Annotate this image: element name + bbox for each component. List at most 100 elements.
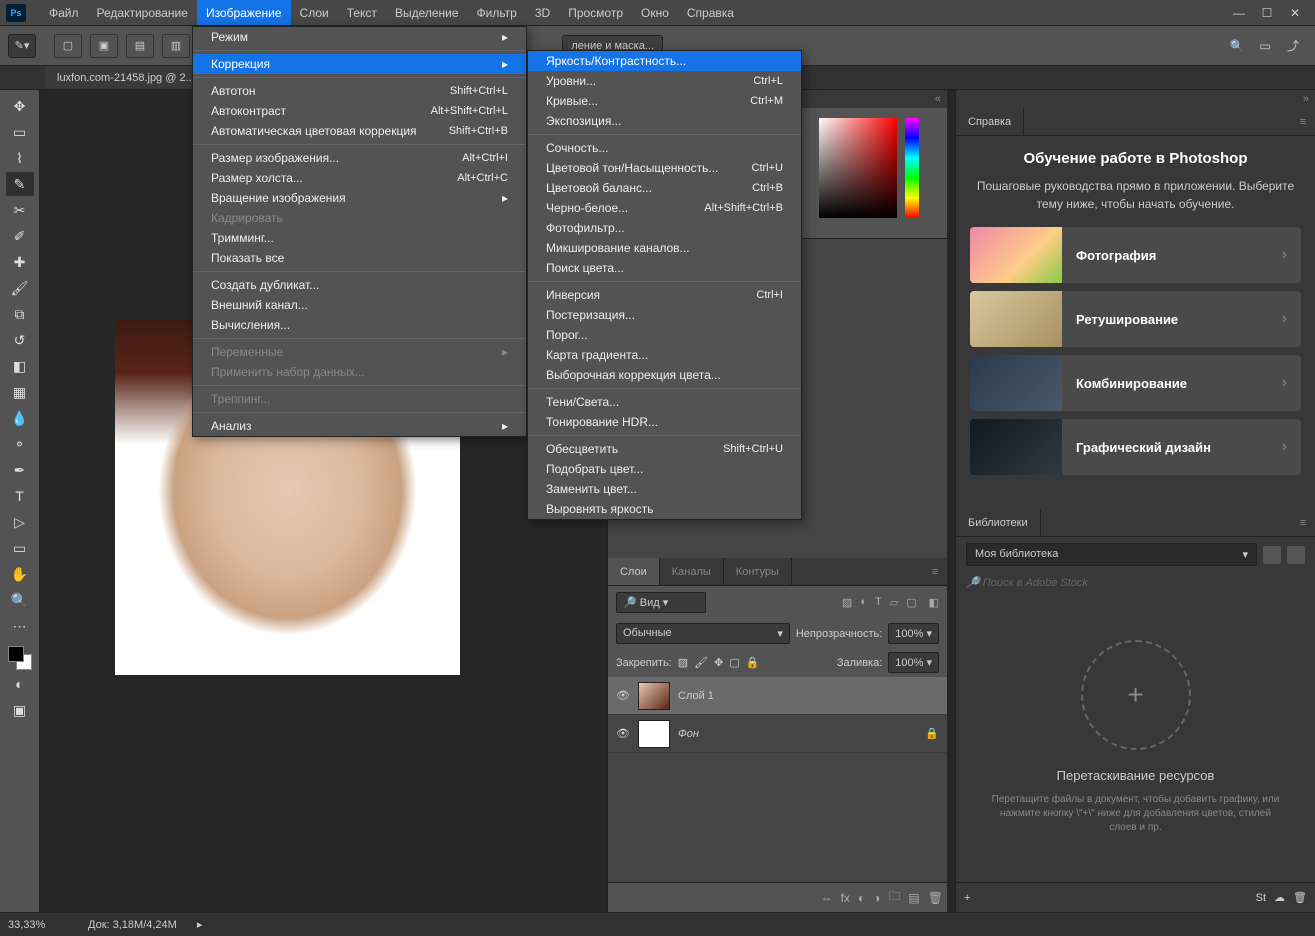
layer-name[interactable]: Фон [678, 728, 699, 740]
layer-item[interactable]: 👁 Фон 🔒 [608, 715, 947, 753]
lock-pos-icon[interactable]: ✥ [714, 656, 723, 669]
menu-item[interactable]: Создать дубликат... [193, 275, 526, 295]
menu-item[interactable]: Поиск цвета... [528, 258, 801, 278]
learn-card[interactable]: Графический дизайн› [970, 419, 1301, 475]
hand-tool[interactable]: ✋ [6, 562, 34, 586]
fill-input[interactable]: 100% ▾ [888, 652, 939, 673]
menu-item[interactable]: Выровнять яркость [528, 499, 801, 519]
marquee-tool[interactable]: ▭ [6, 120, 34, 144]
blur-tool[interactable]: 💧 [6, 406, 34, 430]
panel-menu-icon[interactable]: ≡ [1291, 108, 1315, 135]
panel-menu-icon[interactable]: ≡ [1291, 509, 1315, 536]
menu-item[interactable]: АвтоконтрастAlt+Shift+Ctrl+L [193, 101, 526, 121]
menu-item[interactable]: Вычисления... [193, 315, 526, 335]
menu-item[interactable]: ОбесцветитьShift+Ctrl+U [528, 439, 801, 459]
list-view-icon[interactable] [1287, 546, 1305, 564]
menu-item[interactable]: Цветовой тон/Насыщенность...Ctrl+U [528, 158, 801, 178]
library-dropzone[interactable]: + Перетаскивание ресурсов Перетащите фай… [956, 593, 1315, 882]
menu-item[interactable]: Микширование каналов... [528, 238, 801, 258]
sel-new-button[interactable]: ▢ [54, 34, 82, 58]
zoom-level[interactable]: 33,33% [8, 919, 68, 931]
layer-item[interactable]: 👁 Слой 1 [608, 677, 947, 715]
filter-type-icon[interactable]: T [875, 596, 882, 609]
tab-channels[interactable]: Каналы [660, 558, 724, 585]
delete-icon[interactable]: 🗑 [928, 891, 943, 905]
menu-item[interactable]: Тонирование HDR... [528, 412, 801, 432]
sel-sub-button[interactable]: ▤ [126, 34, 154, 58]
grid-view-icon[interactable] [1263, 546, 1281, 564]
menu-item[interactable]: Уровни...Ctrl+L [528, 71, 801, 91]
layer-thumbnail[interactable] [638, 682, 670, 710]
menu-item[interactable]: Фотофильтр... [528, 218, 801, 238]
dock-collapse[interactable]: » [956, 90, 1315, 108]
color-field[interactable] [819, 118, 897, 218]
menu-item[interactable]: Выборочная коррекция цвета... [528, 365, 801, 385]
menubar-item-файл[interactable]: Файл [40, 0, 88, 25]
filter-toggle[interactable]: ◧ [929, 596, 939, 609]
menu-item[interactable]: Анализ▸ [193, 416, 526, 436]
learn-card[interactable]: Комбинирование› [970, 355, 1301, 411]
learn-card[interactable]: Ретуширование› [970, 291, 1301, 347]
layer-filter-dd[interactable]: 🔎 Вид ▾ [616, 592, 706, 613]
brush-tool[interactable]: 🖌 [6, 276, 34, 300]
heal-tool[interactable]: ✚ [6, 250, 34, 274]
menubar-item-редактирование[interactable]: Редактирование [88, 0, 197, 25]
menu-item[interactable]: Цветовой баланс...Ctrl+B [528, 178, 801, 198]
menubar-item-просмотр[interactable]: Просмотр [559, 0, 632, 25]
share-icon[interactable]: ⤴ [1279, 36, 1307, 56]
menu-item[interactable]: Заменить цвет... [528, 479, 801, 499]
menu-item[interactable]: Карта градиента... [528, 345, 801, 365]
tab-learn[interactable]: Справка [956, 108, 1024, 135]
menu-item[interactable]: Постеризация... [528, 305, 801, 325]
blend-mode-dd[interactable]: Обычные ▾ [616, 623, 790, 644]
maximize-button[interactable]: ☐ [1253, 3, 1281, 23]
menu-item[interactable]: Порог... [528, 325, 801, 345]
filter-pixel-icon[interactable]: ▨ [842, 596, 852, 609]
menubar-item-изображение[interactable]: Изображение [197, 0, 291, 25]
close-button[interactable]: ✕ [1281, 3, 1309, 23]
menubar-item-3d[interactable]: 3D [526, 0, 559, 25]
sel-int-button[interactable]: ▥ [162, 34, 190, 58]
library-dropdown[interactable]: Моя библиотека ▾ [966, 543, 1257, 566]
dodge-tool[interactable]: ⚬ [6, 432, 34, 456]
adjustment-icon[interactable]: ◑ [873, 891, 880, 905]
filter-smart-icon[interactable]: ▢ [906, 596, 916, 609]
menu-item[interactable]: Размер изображения...Alt+Ctrl+I [193, 148, 526, 168]
minimize-button[interactable]: — [1225, 3, 1253, 23]
menu-item[interactable]: Кривые...Ctrl+M [528, 91, 801, 111]
menubar-item-слои[interactable]: Слои [291, 0, 338, 25]
learn-card[interactable]: Фотография› [970, 227, 1301, 283]
cloud-icon[interactable]: ☁ [1274, 891, 1285, 904]
sel-add-button[interactable]: ▣ [90, 34, 118, 58]
path-select-tool[interactable]: ▷ [6, 510, 34, 534]
history-brush-tool[interactable]: ↺ [6, 328, 34, 352]
hue-slider[interactable] [905, 118, 919, 218]
gradient-tool[interactable]: ▦ [6, 380, 34, 404]
menu-item[interactable]: АвтотонShift+Ctrl+L [193, 81, 526, 101]
menu-item[interactable]: Внешний канал... [193, 295, 526, 315]
move-tool[interactable]: ✥ [6, 94, 34, 118]
lasso-tool[interactable]: ⌇ [6, 146, 34, 170]
library-search[interactable]: 🔎 Поиск в Adobe Stock [966, 576, 1305, 589]
new-layer-icon[interactable]: ▤ [908, 891, 919, 905]
menu-item[interactable]: Коррекция▸ [193, 54, 526, 74]
pen-tool[interactable]: ✒ [6, 458, 34, 482]
menubar-item-текст[interactable]: Текст [338, 0, 386, 25]
lock-all-icon[interactable]: 🔒 [746, 656, 760, 669]
delete-icon[interactable]: 🗑 [1293, 891, 1307, 904]
menubar-item-фильтр[interactable]: Фильтр [468, 0, 526, 25]
lock-trans-icon[interactable]: ▨ [678, 656, 688, 669]
menubar-item-выделение[interactable]: Выделение [386, 0, 468, 25]
document-tab[interactable]: luxfon.com-21458.jpg @ 2... [45, 66, 208, 89]
eyedropper-tool[interactable]: ✐ [6, 224, 34, 248]
screenmode-tool[interactable]: ▣ [6, 698, 34, 722]
tab-paths[interactable]: Контуры [724, 558, 792, 585]
menu-item[interactable]: Сочность... [528, 138, 801, 158]
tab-layers[interactable]: Слои [608, 558, 660, 585]
menu-item[interactable]: Показать все [193, 248, 526, 268]
lock-paint-icon[interactable]: 🖌 [694, 656, 708, 669]
panel-menu-icon[interactable]: ≡ [923, 558, 947, 585]
tool-preset-button[interactable]: ✎▾ [8, 34, 36, 58]
add-asset-icon[interactable]: + [964, 892, 970, 904]
type-tool[interactable]: T [6, 484, 34, 508]
